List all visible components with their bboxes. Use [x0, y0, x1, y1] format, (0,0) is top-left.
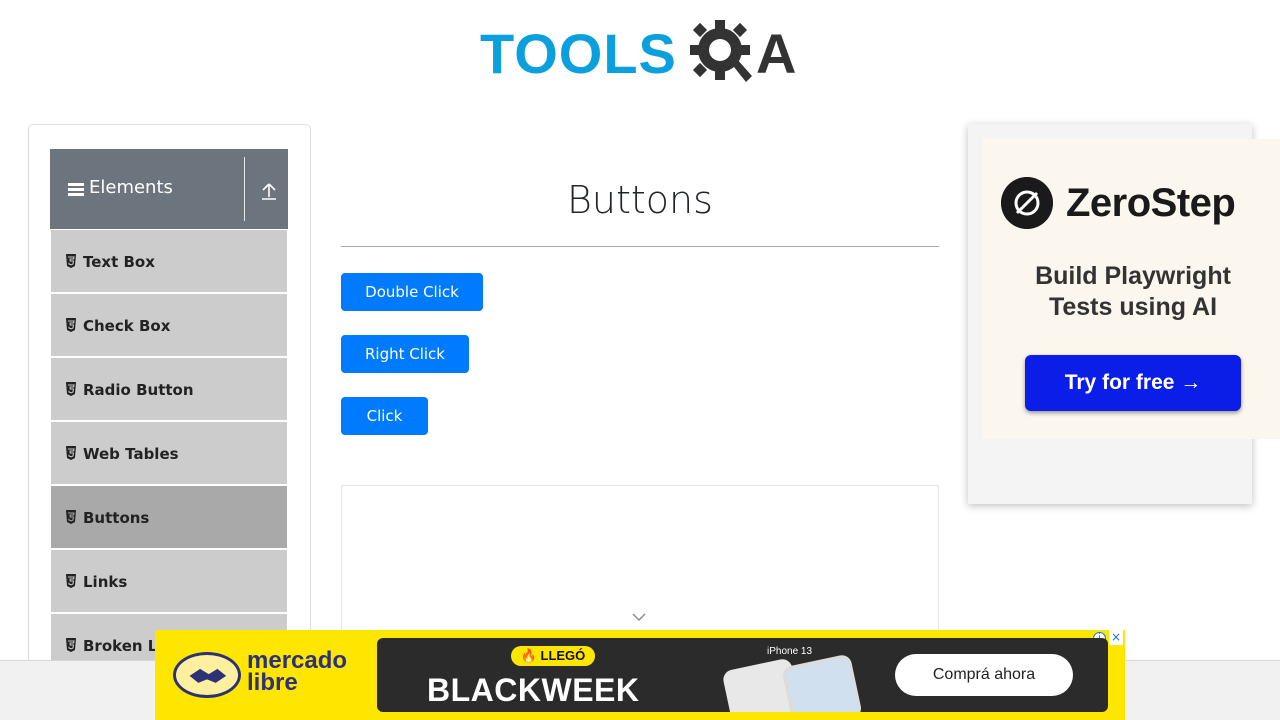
mercadolibre-ad[interactable]: i × mercado libre 🔥 LLEGÓ BLACKWEEK iPho…	[155, 630, 1125, 720]
ad-tagline: Build Playwright Tests using AI	[1035, 262, 1231, 321]
html5-icon	[66, 382, 76, 396]
try-for-free-button[interactable]: Try for free →	[1025, 355, 1241, 411]
ad-brand: ZeroStep	[1066, 181, 1236, 225]
collapse-icon[interactable]	[260, 181, 278, 201]
toolsqa-logo[interactable]: TOOLS A	[480, 14, 806, 92]
ad-brand: mercado libre	[247, 647, 348, 696]
html5-icon	[66, 510, 76, 524]
group-title: Elements	[89, 177, 173, 198]
html5-icon	[66, 446, 76, 460]
menu-item-label: Text Box	[83, 253, 155, 271]
menu-item-check-box[interactable]: Check Box	[50, 293, 288, 357]
handshake-logo-icon	[173, 652, 241, 698]
ad-card: ZeroStep Build Playwright Tests using AI…	[983, 139, 1280, 439]
menu-item-links[interactable]: Links	[50, 549, 288, 613]
html5-icon	[66, 318, 76, 332]
zerostep-ad[interactable]: ZeroStep Build Playwright Tests using AI…	[968, 124, 1280, 504]
iphone-image	[781, 653, 863, 712]
zerostep-logo-icon	[1001, 177, 1053, 229]
menu-item-buttons[interactable]: Buttons	[50, 485, 288, 549]
logo-suffix: A	[756, 22, 797, 85]
divider	[244, 157, 245, 221]
left-panel: Elements Text Box Check Box Radio Button…	[28, 124, 311, 684]
blackweek-banner: 🔥 LLEGÓ BLACKWEEK iPhone 13 Comprá ahora	[377, 638, 1108, 712]
menu-item-text-box[interactable]: Text Box	[50, 229, 288, 293]
double-click-button[interactable]: Double Click Me	[341, 273, 483, 339]
right-click-button[interactable]: Right Click Me	[341, 335, 469, 401]
ad-close-icon[interactable]: ×	[1109, 630, 1123, 645]
title-divider	[341, 246, 939, 247]
gear-magnifier-icon	[690, 20, 752, 82]
html5-icon	[66, 638, 76, 652]
chevron-down-icon[interactable]	[632, 612, 646, 622]
menu-item-label: Buttons	[83, 509, 150, 527]
menu-item-label: Web Tables	[83, 445, 179, 463]
menu-item-web-tables[interactable]: Web Tables	[50, 421, 288, 485]
product-label: iPhone 13	[767, 646, 813, 657]
compra-ahora-button[interactable]: Comprá ahora	[895, 654, 1073, 696]
blackweek-headline: BLACKWEEK	[427, 672, 640, 708]
menu-item-radio-button[interactable]: Radio Button	[50, 357, 288, 421]
click-me-button[interactable]: Click Me	[341, 397, 428, 463]
elements-menu: Text Box Check Box Radio Button Web Tabl…	[50, 229, 288, 677]
page-title: Buttons	[567, 178, 713, 222]
menu-item-label: Check Box	[83, 317, 171, 335]
menu-item-label: Radio Button	[83, 381, 194, 399]
menu-item-label: Links	[83, 573, 128, 591]
logo-text: TOOLS	[480, 22, 677, 85]
html5-icon	[66, 254, 76, 268]
html5-icon	[66, 574, 76, 588]
elements-group-header[interactable]: Elements	[50, 149, 288, 229]
hamburger-icon	[68, 183, 84, 196]
llego-badge: 🔥 LLEGÓ	[511, 646, 595, 666]
